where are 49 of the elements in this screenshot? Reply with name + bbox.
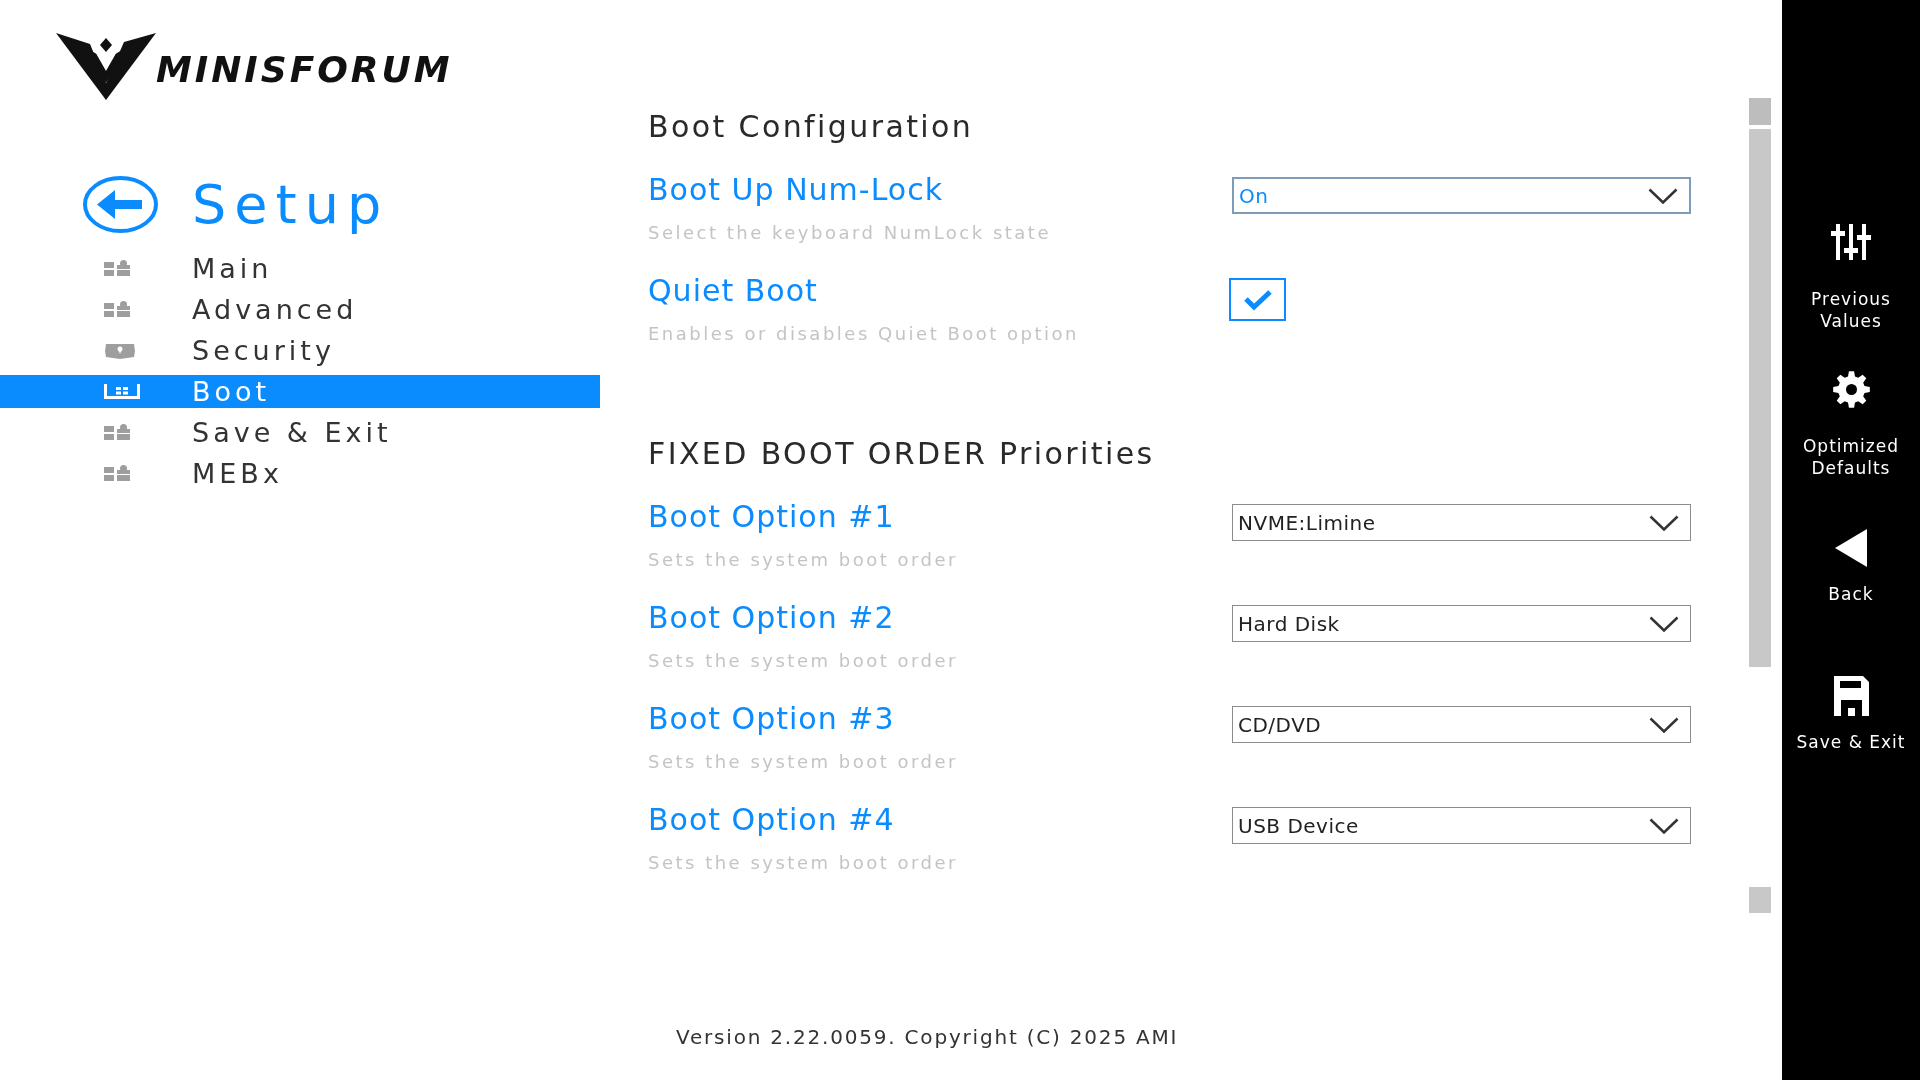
grid-icon	[104, 260, 130, 277]
sidebar-item[interactable]: Main	[0, 252, 600, 285]
chevron-down-icon	[1649, 817, 1679, 834]
sliders-icon	[1831, 224, 1871, 260]
logo-text: MINISFORUM	[156, 49, 453, 90]
check-icon	[1242, 288, 1273, 311]
dropdown[interactable]: NVME:Limine	[1232, 504, 1691, 541]
action-button[interactable]: Save & Exit	[1787, 676, 1915, 753]
sidebar-item[interactable]: Save & Exit	[0, 416, 600, 449]
scrollbar[interactable]	[1749, 98, 1771, 913]
section-heading: FIXED BOOT ORDER Priorities	[648, 437, 1155, 471]
chevron-down-icon	[1649, 615, 1679, 632]
setting-label: Boot Option #2	[648, 600, 895, 636]
section-heading: Boot Configuration	[648, 110, 974, 144]
left-triangle-icon	[1835, 529, 1867, 567]
setting-label: Boot Option #1	[648, 499, 895, 535]
setting-label: Boot Option #3	[648, 701, 895, 737]
shield-icon	[104, 342, 136, 359]
dropdown[interactable]: CD/DVD	[1232, 706, 1691, 743]
setting-label: Boot Option #4	[648, 802, 895, 838]
setting-description: Sets the system boot order	[648, 548, 958, 572]
checkbox[interactable]	[1229, 278, 1286, 321]
action-button[interactable]: Previous Values	[1787, 224, 1915, 332]
action-button[interactable]: Back	[1787, 529, 1915, 605]
chevron-down-icon	[1648, 187, 1678, 204]
version-text: Version 2.22.0059. Copyright (C) 2025 AMI	[676, 1025, 1179, 1049]
sidebar-item[interactable]: Security	[0, 334, 600, 367]
sidebar-item[interactable]: MEBx	[0, 457, 600, 490]
setting-description: Sets the system boot order	[648, 851, 958, 875]
gear-icon	[1832, 371, 1870, 408]
setting-description: Sets the system boot order	[648, 649, 958, 673]
grid-icon	[104, 465, 130, 482]
grid-icon	[104, 301, 130, 318]
back-icon[interactable]	[83, 176, 158, 233]
logo-emblem-icon	[56, 33, 156, 100]
action-button[interactable]: Optimized Defaults	[1787, 371, 1915, 479]
dropdown[interactable]: Hard Disk	[1232, 605, 1691, 642]
setting-description: Sets the system boot order	[648, 750, 958, 774]
grid-icon	[104, 424, 130, 441]
laptop-icon	[104, 384, 140, 399]
chevron-down-icon	[1649, 716, 1679, 733]
setting-label: Quiet Boot	[648, 273, 818, 309]
page-title: Setup	[192, 176, 390, 233]
setting-description: Select the keyboard NumLock state	[648, 221, 1051, 245]
chevron-down-icon	[1649, 514, 1679, 531]
sidebar-item[interactable]: Advanced	[0, 293, 600, 326]
setting-label: Boot Up Num-Lock	[648, 172, 944, 208]
dropdown[interactable]: USB Device	[1232, 807, 1691, 844]
setting-description: Enables or disables Quiet Boot option	[648, 322, 1079, 346]
